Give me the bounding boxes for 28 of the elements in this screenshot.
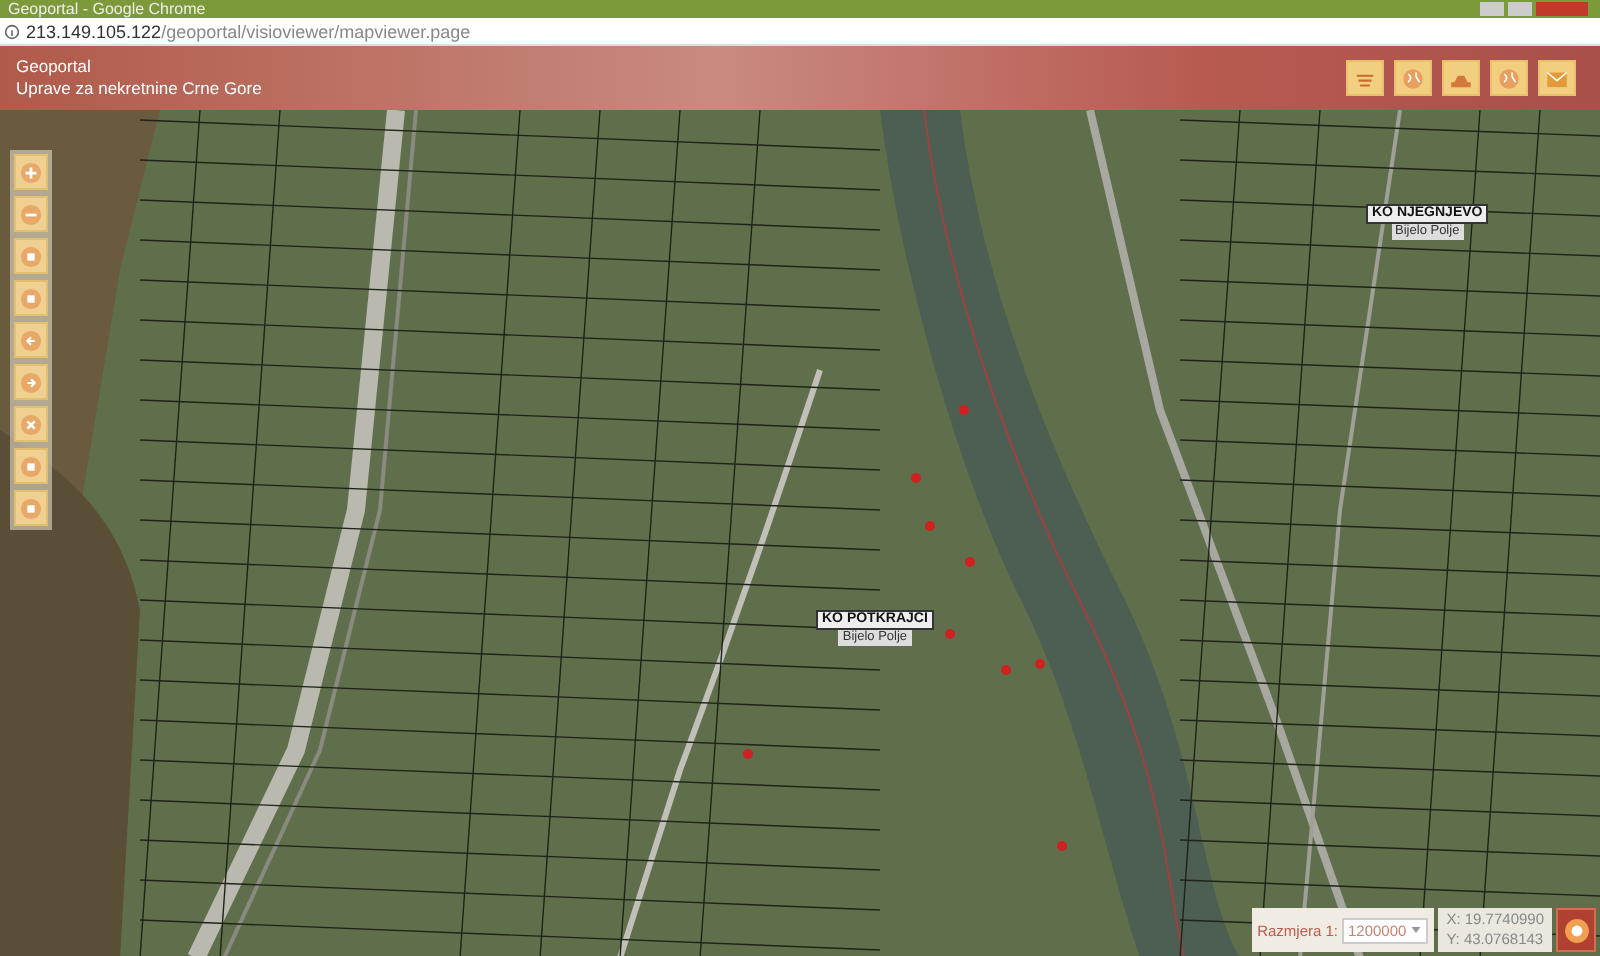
map-tool-button[interactable] [14, 280, 48, 316]
compass-icon [1563, 917, 1589, 943]
plus-icon [20, 161, 42, 183]
app-title: Geoportal [16, 56, 93, 78]
map-tool-button[interactable] [14, 322, 48, 358]
toolbar-button[interactable] [1346, 60, 1384, 96]
toolbar-button[interactable] [1394, 60, 1432, 96]
caret-icon [1410, 924, 1423, 936]
arrow-left-icon [20, 329, 42, 351]
map-tool-button[interactable] [14, 364, 48, 400]
locate-button[interactable] [1556, 908, 1596, 952]
app-subtitle: Uprave za nekretnine Crne Gore [16, 78, 262, 100]
toolbar-button[interactable] [1490, 60, 1528, 96]
toolbar-button[interactable] [1538, 60, 1576, 96]
arrow-right-icon [20, 371, 42, 393]
address-bar[interactable]: 213.149.105.122/geoportal/visioviewer/mapviewer.page [0, 18, 1600, 46]
map-tool-button[interactable] [14, 406, 48, 442]
aerial-map-drawing[interactable] [0, 110, 1600, 956]
map-tool-button[interactable] [14, 154, 48, 190]
map-tool-button[interactable] [14, 490, 48, 526]
toolbar-button[interactable] [1442, 60, 1480, 96]
map-tool-button[interactable] [14, 238, 48, 274]
window-title: Geoportal - Google Chrome [8, 0, 206, 18]
map-tool-button[interactable] [14, 196, 48, 232]
minus-icon [20, 203, 42, 225]
info-icon [4, 23, 20, 39]
close-icon [20, 413, 42, 435]
map-tool-button[interactable] [14, 448, 48, 484]
